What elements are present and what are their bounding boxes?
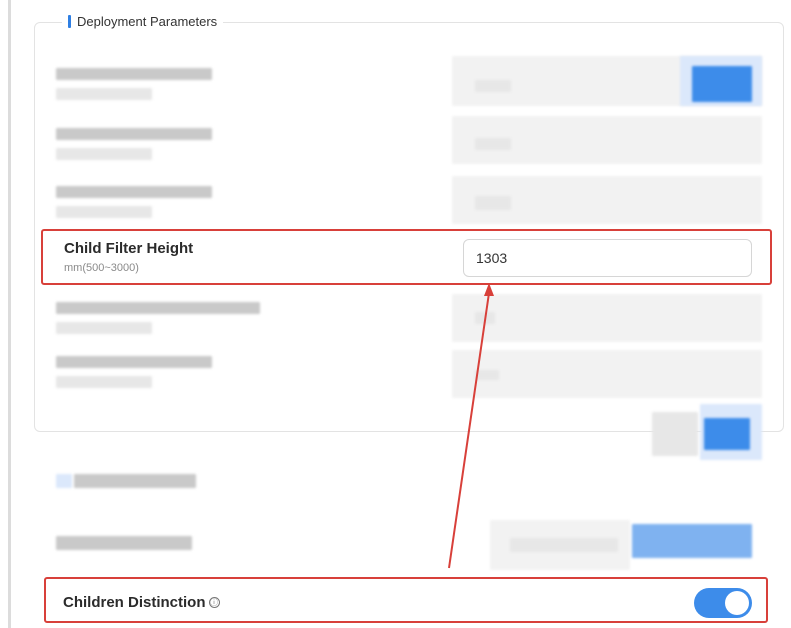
arrow-line [448, 292, 490, 569]
annotation-arrow [448, 283, 494, 569]
arrow-head [484, 283, 494, 296]
